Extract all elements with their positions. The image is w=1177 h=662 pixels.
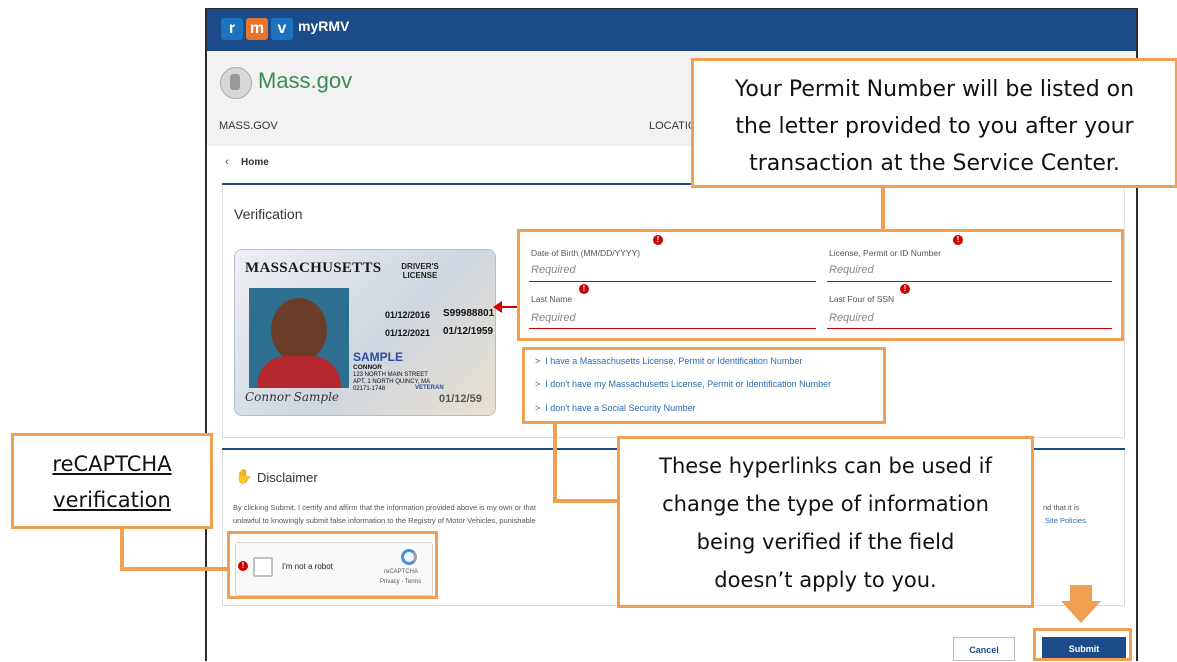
mass-gov-brand[interactable]: Mass.gov [258, 68, 352, 94]
callout-line: Your Permit Number will be listed on [734, 77, 1135, 102]
card-expires: 01/12/2021 [385, 328, 431, 338]
callout-line: change the type of information [662, 492, 989, 516]
arrow-left-icon [493, 301, 502, 313]
recaptcha-callout: reCAPTCHA verification [11, 433, 213, 529]
site-policies-link[interactable]: Site Policies. [1045, 516, 1088, 525]
callout-line: verification [53, 488, 171, 512]
links-highlight [522, 347, 886, 424]
disclaimer-heading: Disclaimer [257, 470, 318, 485]
callout-connector [553, 499, 619, 503]
callout-connector [120, 528, 124, 570]
card-name: CONNOR [353, 364, 382, 371]
disclaimer-text-1: By clicking Submit, I certify and affirm… [233, 503, 536, 512]
callout-connector [553, 424, 557, 502]
rmv-logo-r: r [221, 18, 243, 40]
callout-line: These hyperlinks can be used if [659, 454, 992, 478]
callout-line: the letter provided to you after your [735, 114, 1134, 139]
hyperlinks-callout: These hyperlinks can be used if change t… [617, 436, 1034, 608]
hand-icon: ✋ [235, 468, 253, 484]
arrow-down-icon [1070, 585, 1092, 601]
card-sample: SAMPLE [353, 350, 404, 364]
card-type: DRIVER'S LICENSE [401, 262, 439, 280]
card-signature: Connor Sample [245, 390, 340, 404]
sample-license-image: MASSACHUSETTS DRIVER'S LICENSE 01/12/201… [234, 249, 496, 416]
verification-heading: Verification [234, 206, 303, 222]
arrow-down-head-icon [1061, 601, 1101, 623]
callout-line: reCAPTCHA [52, 452, 172, 476]
card-bottom-date: 01/12/59 [439, 393, 482, 405]
card-veteran: VETERAN [415, 385, 444, 391]
card-dob: 01/12/1959 [443, 326, 494, 337]
callout-connector [881, 187, 885, 230]
callout-connector [120, 567, 228, 571]
breadcrumb-home[interactable]: Home [241, 157, 269, 168]
recaptcha-highlight [227, 531, 438, 599]
red-arrow-line [500, 306, 518, 308]
disclaimer-text-right: nd that it is [1043, 503, 1080, 512]
callout-line: being verified if the field [696, 530, 955, 554]
card-state: MASSACHUSETTS [245, 260, 382, 276]
fields-highlight [517, 229, 1124, 341]
card-number: S99988801 [443, 308, 495, 319]
card-photo [249, 288, 349, 388]
callout-line: doesn’t apply to you. [714, 568, 937, 592]
rmv-logo-m: m [246, 18, 268, 40]
rmv-logo-v: v [271, 18, 293, 40]
nav-mass-gov[interactable]: MASS.GOV [219, 120, 278, 132]
app-title: myRMV [298, 18, 350, 34]
permit-number-callout: Your Permit Number will be listed on the… [691, 58, 1177, 188]
callout-line: transaction at the Service Center. [749, 151, 1120, 176]
card-issued: 01/12/2016 [385, 310, 431, 320]
chevron-left-icon: ‹ [225, 156, 229, 168]
submit-highlight [1033, 628, 1132, 661]
nav-locations[interactable]: LOCATIO [649, 120, 696, 132]
cancel-button[interactable]: Cancel [953, 637, 1015, 661]
disclaimer-text-2: unlawful to knowingly submit false infor… [233, 516, 536, 525]
mass-seal-icon [220, 67, 252, 99]
